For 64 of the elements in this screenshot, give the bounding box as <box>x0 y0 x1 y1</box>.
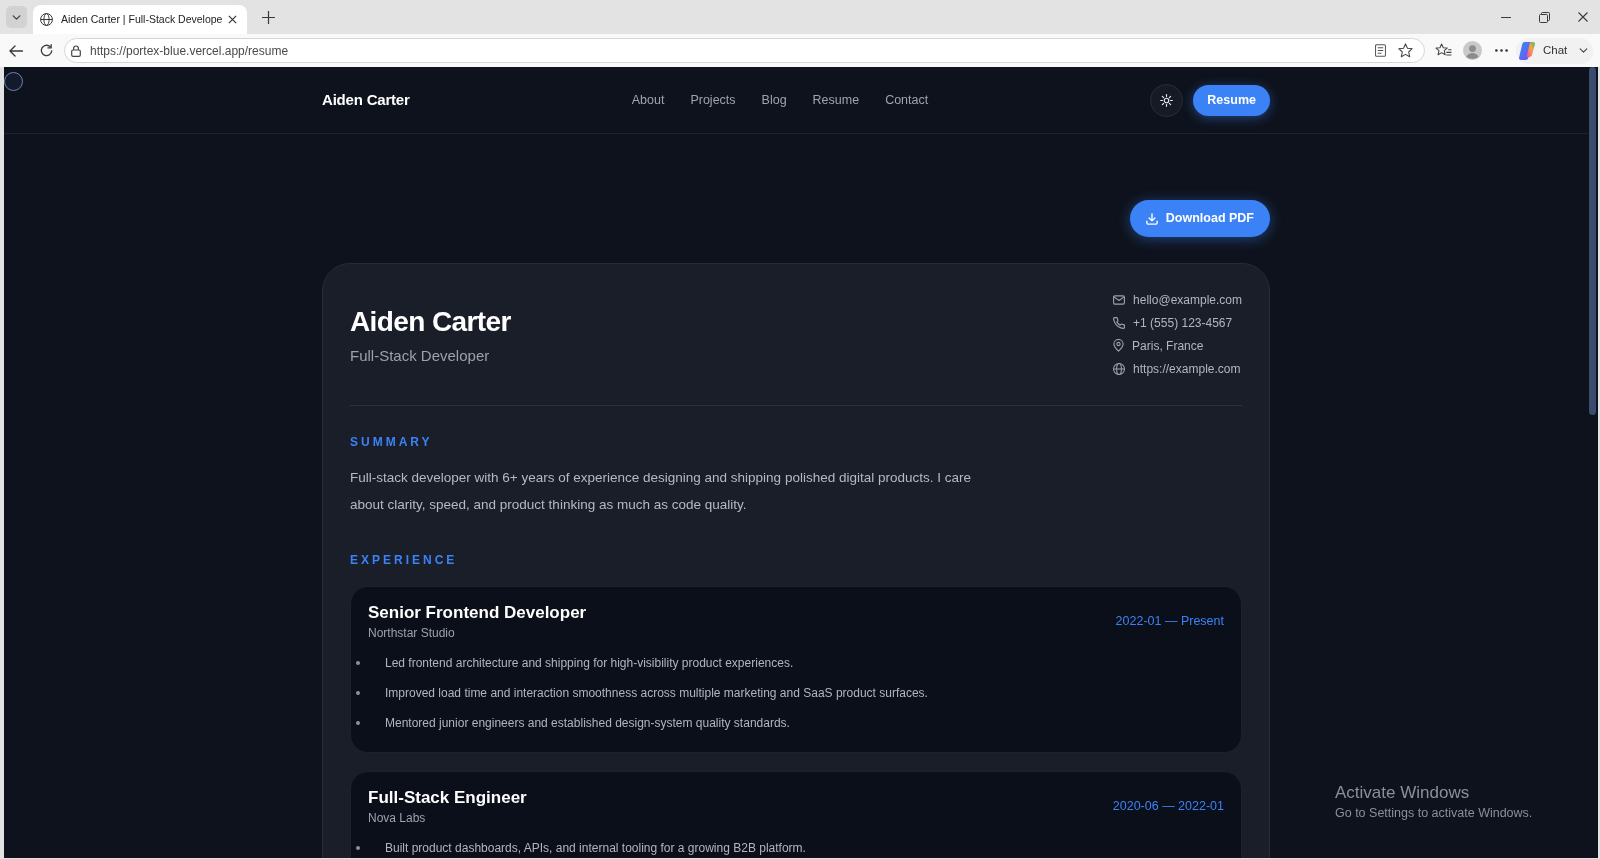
reload-icon[interactable] <box>40 44 53 57</box>
tab-list-button[interactable] <box>6 6 27 28</box>
browser-tab[interactable]: Aiden Carter | Full-Stack Develope <box>33 5 247 34</box>
more-icon[interactable] <box>1495 49 1508 52</box>
bullet-icon <box>356 846 360 850</box>
download-pdf-button[interactable]: Download PDF <box>1129 200 1270 237</box>
lock-icon[interactable] <box>71 44 81 57</box>
close-icon[interactable] <box>1578 12 1588 22</box>
globe-icon <box>1113 362 1126 375</box>
activation-title: Activate Windows <box>1335 782 1471 804</box>
tab-title: Aiden Carter | Full-Stack Develope <box>61 11 224 27</box>
close-icon[interactable] <box>228 15 237 24</box>
job-role: Full-Stack Developer <box>350 346 491 366</box>
bullet-icon <box>356 691 360 695</box>
star-icon[interactable] <box>1398 43 1413 58</box>
caret-icon <box>1579 48 1589 53</box>
website-address: https://example.com <box>1133 360 1241 378</box>
restore-icon[interactable] <box>1539 11 1550 23</box>
date-range: 2022-01 — Present <box>1115 613 1224 631</box>
minimize-icon[interactable] <box>1501 16 1511 18</box>
location-text: Paris, France <box>1132 337 1204 355</box>
bullet-icon <box>356 661 360 665</box>
bullet-text: Mentored junior engineers and established design-system quality standards. <box>385 715 790 732</box>
bullet-text: Improved load time and interaction smoothness across multiple marketing and SaaS product surfaces. <box>385 685 928 702</box>
nav-link[interactable]: Projects <box>690 90 736 110</box>
nav-link[interactable]: About <box>631 90 665 110</box>
nav-link[interactable]: Contact <box>885 90 929 110</box>
map-pin-icon <box>1113 339 1125 352</box>
url-text: https://portex-blue.vercel.app/resume <box>90 42 290 60</box>
chat-button[interactable]: Chat <box>1516 37 1594 64</box>
nav-link[interactable]: Resume <box>812 90 860 110</box>
site-brand[interactable]: Aiden Carter <box>322 88 410 112</box>
scrollbar-thumb[interactable] <box>1589 67 1596 415</box>
job-title: Senior Frontend Developer <box>368 602 587 624</box>
company-name: Northstar Studio <box>368 625 456 641</box>
download-icon <box>1145 212 1158 225</box>
bullet-text: Built product dashboards, APIs, and internal tooling for a growing B2B platform. <box>385 840 806 857</box>
section-heading: EXPERIENCE <box>350 552 459 568</box>
sun-icon <box>1160 93 1174 107</box>
date-range: 2020-06 — 2022-01 <box>1112 798 1224 816</box>
phone-number: +1 (555) 123-4567 <box>1133 314 1233 332</box>
bullet-icon <box>356 721 360 725</box>
bullet-text: Led frontend architecture and shipping for high-visibility product experiences. <box>385 655 794 672</box>
summary-text: Full-stack developer with 6+ years of experience designing and shipping polished digital products. I care about clarity, speed, and product thinking as much as code quality. <box>350 469 972 514</box>
plus-icon[interactable] <box>262 11 275 24</box>
email-address: hello@example.com <box>1133 291 1242 309</box>
activation-message: Go to Settings to activate Windows. <box>1335 805 1533 822</box>
person-name: Aiden Carter <box>350 305 511 339</box>
avatar-icon[interactable] <box>1463 41 1482 60</box>
job-title: Full-Stack Engineer <box>368 787 527 809</box>
resume-button[interactable]: Resume <box>1193 84 1270 116</box>
nav-link[interactable]: Blog <box>761 90 787 110</box>
app-logo-icon <box>1519 41 1537 60</box>
envelope-icon <box>1113 294 1126 305</box>
phone-icon <box>1113 316 1126 329</box>
address-bar[interactable]: https://portex-blue.vercel.app/resume <box>64 38 1425 63</box>
favorites-icon[interactable] <box>1435 43 1452 58</box>
back-arrow-icon[interactable] <box>9 44 23 57</box>
reader-icon[interactable] <box>1375 44 1386 57</box>
company-name: Nova Labs <box>368 810 427 826</box>
section-heading: SUMMARY <box>350 434 434 450</box>
caret-icon <box>12 14 21 20</box>
theme-toggle-button[interactable] <box>1150 83 1184 117</box>
globe-icon <box>40 13 53 26</box>
